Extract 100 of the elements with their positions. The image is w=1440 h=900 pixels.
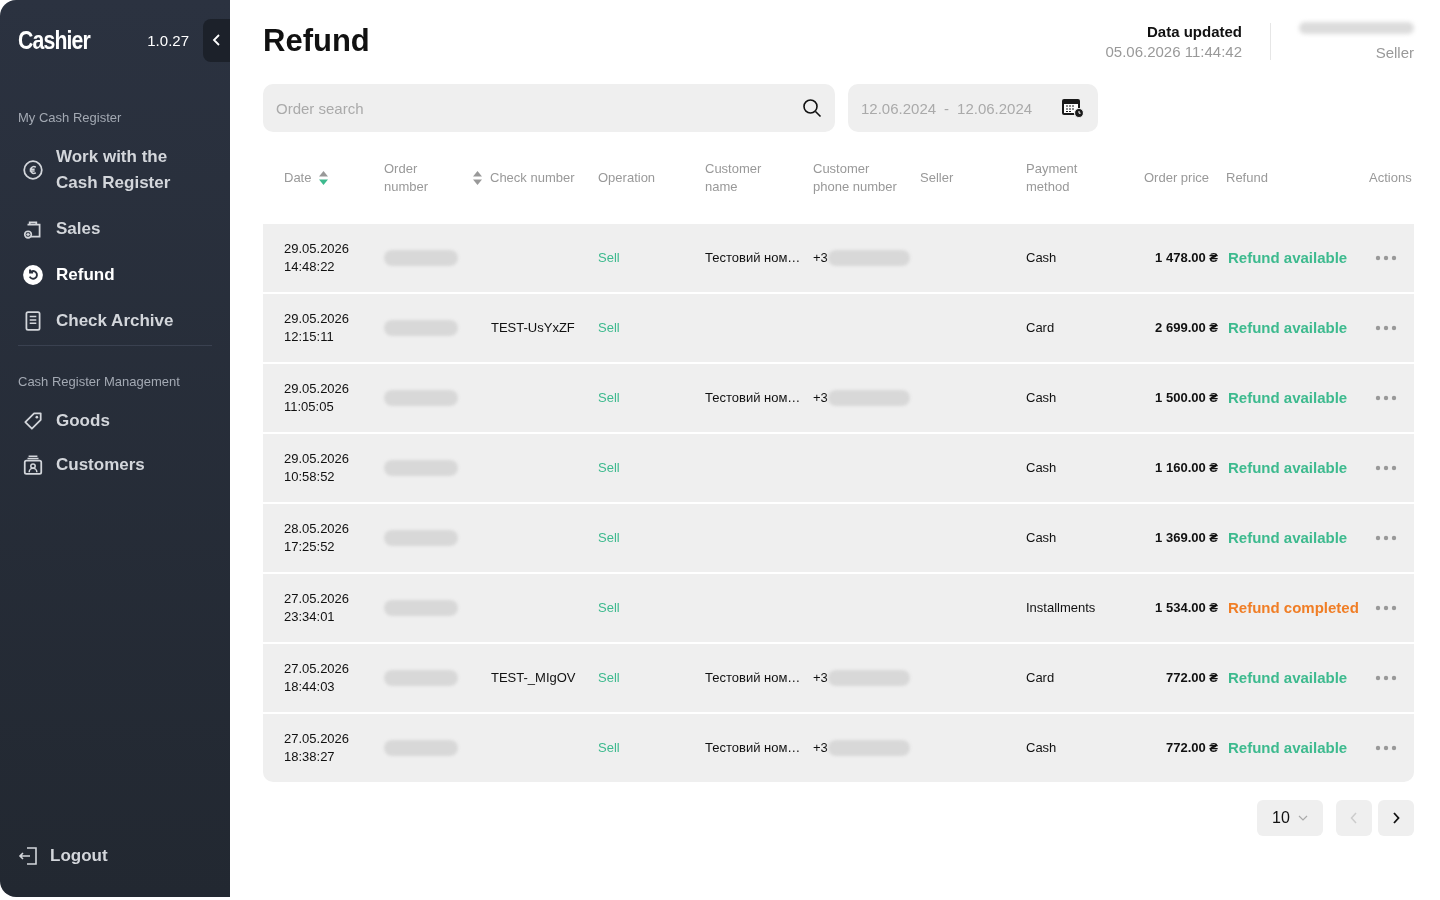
refund-status: Refund available bbox=[1228, 249, 1348, 266]
price-cell: 2 699.00 ₴ bbox=[1155, 320, 1218, 335]
table-row[interactable]: 27.05.2026 23:34:01 Sell Installments 1 534.00 ₴ Refund completed bbox=[263, 574, 1414, 642]
section-title: Cash Register Management bbox=[18, 374, 181, 389]
date-cell-text: 27.05.2026 18:44:03 bbox=[283, 660, 351, 696]
phone-prefix: +3 bbox=[813, 739, 828, 757]
column-header: Operation bbox=[598, 169, 656, 187]
logout-icon bbox=[18, 845, 40, 867]
table-row[interactable]: 29.05.2026 12:15:11 TEST-UsYxZF Sell Card 2 699.00 ₴ Refund available bbox=[263, 294, 1414, 362]
refund-status: Refund available bbox=[1228, 529, 1348, 546]
table-row[interactable]: 29.05.2026 10:58:52 Sell Cash 1 160.00 ₴ Refund available bbox=[263, 434, 1414, 502]
more-dots-icon bbox=[1375, 675, 1397, 681]
column-header: Payment method bbox=[1026, 160, 1079, 196]
column-header: Refund bbox=[1226, 169, 1268, 187]
table-row[interactable]: 28.05.2026 17:25:52 Sell Cash 1 369.00 ₴ Refund available bbox=[263, 504, 1414, 572]
column-header: Customer phone number bbox=[813, 160, 898, 196]
refund-status: Refund completed bbox=[1228, 599, 1359, 616]
table-row[interactable]: 29.05.2026 11:05:05 Sell Тестовий ном… +3 Cash 1 500.00 ₴ Refund available bbox=[263, 364, 1414, 432]
date-cell-text: 27.05.2026 23:34:01 bbox=[283, 590, 351, 626]
search-field[interactable]: Order search bbox=[263, 84, 835, 132]
price-cell: 1 534.00 ₴ bbox=[1155, 600, 1218, 615]
operation-cell: Sell bbox=[598, 460, 620, 475]
date-cell-text: 29.05.2026 12:15:11 bbox=[283, 310, 351, 346]
refund-icon bbox=[22, 264, 44, 286]
operation-cell: Sell bbox=[598, 250, 620, 265]
operation-cell: Sell bbox=[598, 740, 620, 755]
sidebar-item[interactable]: Customers bbox=[0, 443, 194, 487]
sidebar-item[interactable]: Sales bbox=[0, 207, 230, 251]
more-dots-icon bbox=[1375, 465, 1397, 471]
date-cell-text: 29.05.2026 14:48:22 bbox=[283, 240, 351, 276]
contact-card-icon bbox=[22, 454, 44, 476]
chevron-left-icon bbox=[211, 33, 222, 47]
payment-method-cell: Card bbox=[1026, 670, 1055, 685]
refund-status: Refund available bbox=[1228, 459, 1348, 476]
payment-method-cell: Cash bbox=[1026, 460, 1057, 475]
page-size-select[interactable]: 10 bbox=[1257, 800, 1323, 836]
price-cell: 1 369.00 ₴ bbox=[1155, 530, 1218, 545]
date-cell-text: 29.05.2026 11:05:05 bbox=[283, 380, 351, 416]
table-row[interactable]: 27.05.2026 18:44:03 TEST-_MIgOV Sell Тестовий ном… +3 Card 772.00 ₴ Refund available bbox=[263, 644, 1414, 712]
sidebar-item[interactable]: Goods bbox=[0, 399, 194, 443]
price-cell: 1 500.00 ₴ bbox=[1155, 390, 1218, 405]
logout-button[interactable]: Logout bbox=[0, 845, 230, 867]
more-dots-icon bbox=[1375, 325, 1397, 331]
operation-cell: Sell bbox=[598, 390, 620, 405]
section-title: My Cash Register bbox=[17, 110, 123, 125]
phone-prefix: +3 bbox=[813, 249, 828, 267]
customer-name-cell: Тестовий ном… bbox=[705, 740, 801, 755]
column-header: Seller bbox=[920, 169, 954, 187]
payment-method-cell: Cash bbox=[1026, 250, 1057, 265]
price-cell: 772.00 ₴ bbox=[1165, 740, 1218, 755]
refund-status: Refund available bbox=[1228, 669, 1348, 686]
version-label: 1.0.27 bbox=[147, 31, 189, 49]
check-number-cell: TEST-_MIgOV bbox=[491, 670, 576, 685]
tag-icon bbox=[22, 410, 44, 432]
updated-label: Data updated bbox=[1146, 22, 1242, 40]
table-row[interactable]: 29.05.2026 14:48:22 Sell Тестовий ном… +3 Cash 1 478.00 ₴ Refund available bbox=[263, 224, 1414, 292]
price-cell: 1 160.00 ₴ bbox=[1155, 460, 1218, 475]
payment-method-cell: Card bbox=[1026, 320, 1055, 335]
check-number-cell: TEST-UsYxZF bbox=[491, 320, 575, 335]
updated-time: 05.06.2026 11:44:42 bbox=[1105, 42, 1242, 60]
sidebar-item[interactable]: Work with the Cash Register bbox=[0, 135, 230, 205]
refund-status: Refund available bbox=[1228, 319, 1348, 336]
payment-method-cell: Cash bbox=[1026, 740, 1057, 755]
column-header: Order price bbox=[1144, 169, 1210, 187]
phone-prefix: +3 bbox=[813, 389, 828, 407]
sort-icon[interactable] bbox=[473, 171, 482, 185]
more-dots-icon bbox=[1375, 745, 1397, 751]
search-icon bbox=[802, 98, 822, 118]
column-header: Actions bbox=[1369, 169, 1412, 187]
next-page-button[interactable] bbox=[1378, 800, 1414, 836]
price-cell: 772.00 ₴ bbox=[1165, 670, 1218, 685]
more-dots-icon bbox=[1375, 535, 1397, 541]
price-cell: 1 478.00 ₴ bbox=[1155, 250, 1218, 265]
customer-name-cell: Тестовий ном… bbox=[705, 250, 801, 265]
phone-prefix: +3 bbox=[813, 669, 828, 687]
sidebar-item[interactable]: Check Archive bbox=[0, 299, 230, 343]
column-header: Order number bbox=[384, 160, 430, 196]
date-cell-text: 28.05.2026 17:25:52 bbox=[283, 520, 351, 556]
operation-cell: Sell bbox=[598, 600, 620, 615]
payment-method-cell: Installments bbox=[1026, 600, 1096, 615]
more-dots-icon bbox=[1375, 605, 1397, 611]
date-cell-text: 29.05.2026 10:58:52 bbox=[283, 450, 351, 486]
sidebar-item[interactable]: Refund bbox=[0, 253, 230, 297]
calendar-icon bbox=[1061, 97, 1085, 119]
more-dots-icon bbox=[1375, 395, 1397, 401]
operation-cell: Sell bbox=[598, 320, 620, 335]
sort-icon[interactable] bbox=[319, 171, 329, 185]
payment-method-cell: Cash bbox=[1026, 530, 1057, 545]
operation-cell: Sell bbox=[598, 530, 620, 545]
page-title: Refund bbox=[263, 23, 370, 59]
chevron-left-icon bbox=[1350, 812, 1358, 824]
user-role: Seller bbox=[1374, 43, 1414, 61]
operation-cell: Sell bbox=[598, 670, 620, 685]
table-row[interactable]: 27.05.2026 18:38:27 Sell Тестовий ном… +3 Cash 772.00 ₴ Refund available bbox=[263, 714, 1414, 782]
more-dots-icon bbox=[1375, 255, 1397, 261]
date-cell-text: 27.05.2026 18:38:27 bbox=[283, 730, 351, 766]
refund-status: Refund available bbox=[1228, 739, 1348, 756]
logo: Cashier bbox=[18, 25, 90, 55]
collapse-button[interactable] bbox=[203, 18, 230, 62]
customer-name-cell: Тестовий ном… bbox=[705, 390, 801, 405]
